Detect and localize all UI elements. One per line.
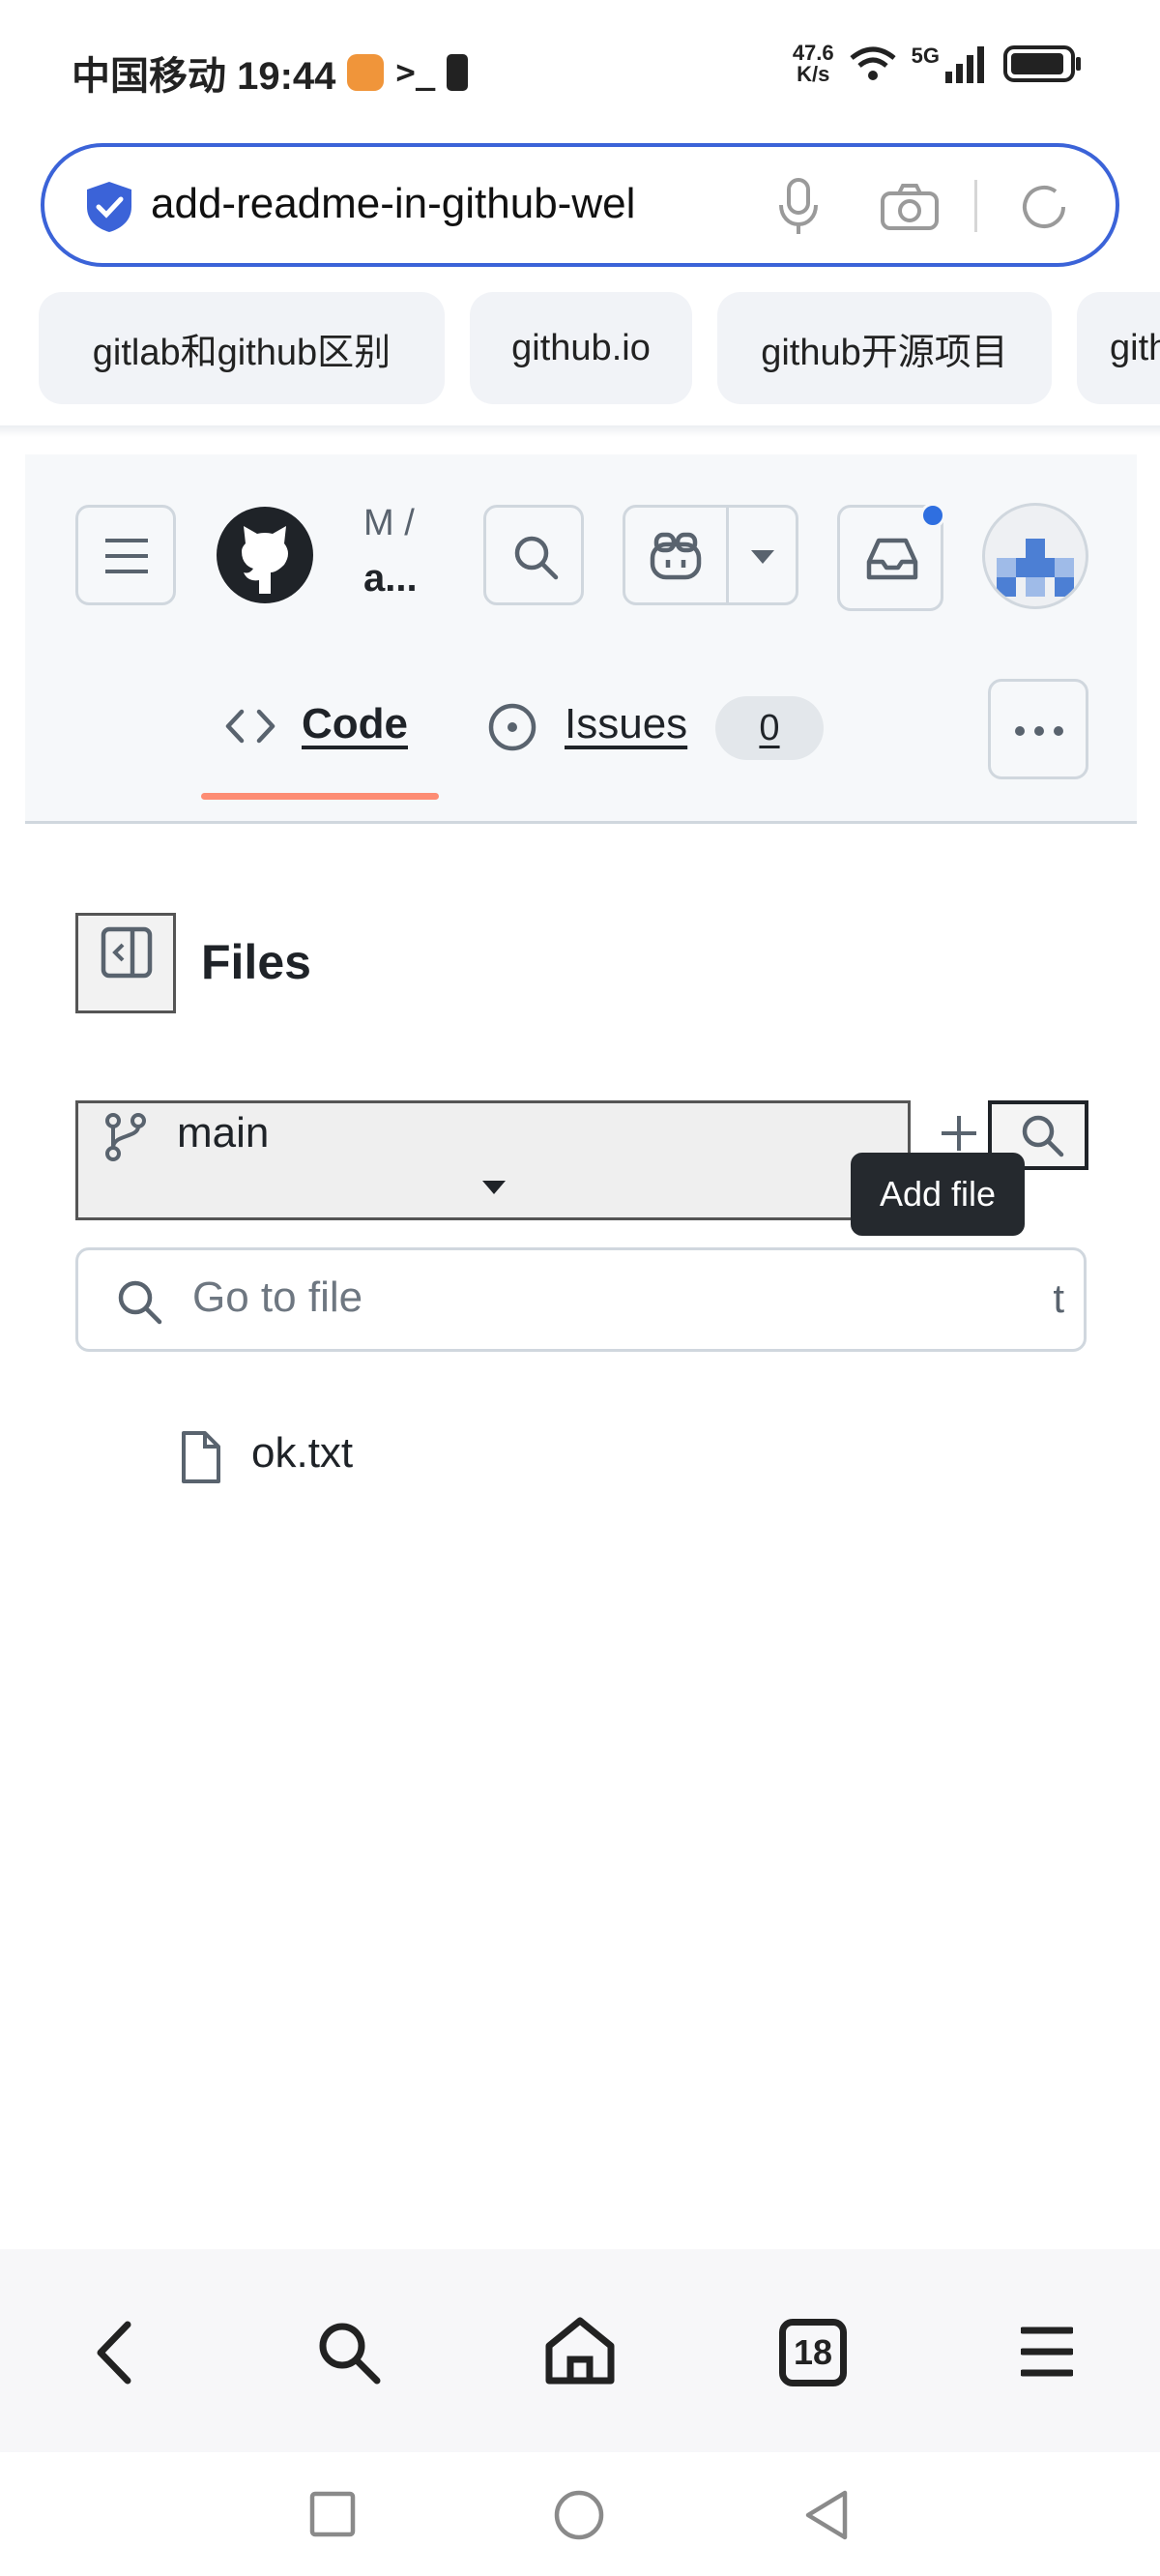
- issue-opened-icon: [488, 703, 536, 751]
- inbox-icon: [866, 538, 918, 580]
- shield-check-icon: [87, 182, 131, 232]
- github-logo-icon[interactable]: [215, 505, 315, 605]
- signal-icon: [945, 46, 984, 83]
- git-branch-icon: [105, 1113, 146, 1161]
- repo-owner[interactable]: M /: [363, 503, 415, 544]
- files-title: Files: [201, 935, 311, 989]
- copilot-divider: [726, 508, 729, 602]
- home-circle-icon[interactable]: [553, 2489, 605, 2541]
- search-icon: [118, 1280, 162, 1325]
- plus-icon[interactable]: [938, 1112, 980, 1155]
- menu-button[interactable]: [75, 505, 176, 605]
- copilot-icon: [650, 532, 702, 580]
- speed-unit: K/s: [797, 62, 830, 86]
- search-icon[interactable]: [315, 2319, 383, 2386]
- search-icon: [1022, 1115, 1064, 1157]
- status-bar-right: 47.6 K/s 5G: [793, 43, 1083, 85]
- go-to-file-input[interactable]: Go to file t: [75, 1247, 1087, 1352]
- tabs-count: 18: [793, 2332, 833, 2372]
- branch-selector[interactable]: main: [75, 1100, 911, 1220]
- status-bar-left: 中国移动 19:44 >_: [72, 44, 469, 101]
- microphone-icon[interactable]: [777, 176, 820, 238]
- suggestion-chip[interactable]: github开源项目: [717, 292, 1052, 404]
- add-file-tooltip: Add file: [851, 1153, 1025, 1236]
- suggestion-chip[interactable]: gitlab和github区别: [39, 292, 445, 404]
- tab-code[interactable]: Code: [302, 700, 408, 748]
- repo-name[interactable]: a...: [363, 557, 418, 600]
- caret-down-icon: [482, 1181, 506, 1194]
- url-text[interactable]: add-readme-in-github-wel: [151, 180, 735, 228]
- carrier-time: 中国移动 19:44: [72, 55, 336, 98]
- search-icon: [514, 536, 559, 580]
- file-name: ok.txt: [251, 1429, 354, 1477]
- terminal-icon: >_: [395, 53, 436, 92]
- more-tabs-button[interactable]: [988, 679, 1088, 779]
- home-icon[interactable]: [543, 2315, 617, 2386]
- wifi-icon: [850, 46, 896, 80]
- code-icon: [225, 709, 276, 744]
- url-divider: [974, 180, 977, 232]
- app-notification-icon: [347, 54, 385, 91]
- chevron-down-icon[interactable]: [749, 548, 776, 566]
- chip-shadow: [0, 425, 1160, 437]
- hamburger-icon: [105, 539, 148, 573]
- speed-value: 47.6: [792, 41, 834, 65]
- camera-icon[interactable]: [880, 182, 940, 232]
- file-row[interactable]: ok.txt: [178, 1427, 758, 1489]
- back-icon[interactable]: [93, 2321, 135, 2385]
- tabs-button[interactable]: 18: [779, 2319, 847, 2386]
- notification-dot: [920, 503, 945, 528]
- shortcut-hint: t: [1053, 1275, 1064, 1321]
- go-to-file-placeholder: Go to file: [192, 1273, 363, 1321]
- collapse-sidebar-button[interactable]: [75, 913, 176, 1013]
- suggestion-chip[interactable]: github.io: [470, 292, 692, 404]
- network-speed: 47.6 K/s: [793, 43, 834, 85]
- kebab-horizontal-icon: [1015, 726, 1063, 736]
- identicon-icon: [997, 539, 1074, 597]
- network-type: 5G: [911, 44, 940, 68]
- file-icon: [182, 1431, 220, 1483]
- alert-icon: [447, 54, 469, 91]
- back-triangle-icon[interactable]: [802, 2489, 849, 2541]
- sidebar-collapse-icon: [101, 926, 153, 979]
- tab-issues[interactable]: Issues: [565, 700, 687, 748]
- menu-icon[interactable]: [1021, 2325, 1073, 2379]
- branch-name: main: [177, 1109, 270, 1156]
- avatar[interactable]: [982, 503, 1088, 609]
- reload-icon[interactable]: [1017, 180, 1071, 234]
- recents-icon[interactable]: [309, 2491, 356, 2537]
- issues-count-badge: 0: [715, 696, 824, 760]
- tab-code-underline: [201, 793, 439, 800]
- copilot-button[interactable]: [623, 505, 798, 605]
- search-button[interactable]: [483, 505, 584, 605]
- suggestion-chip[interactable]: gith: [1077, 292, 1160, 404]
- battery-icon: [1003, 45, 1081, 82]
